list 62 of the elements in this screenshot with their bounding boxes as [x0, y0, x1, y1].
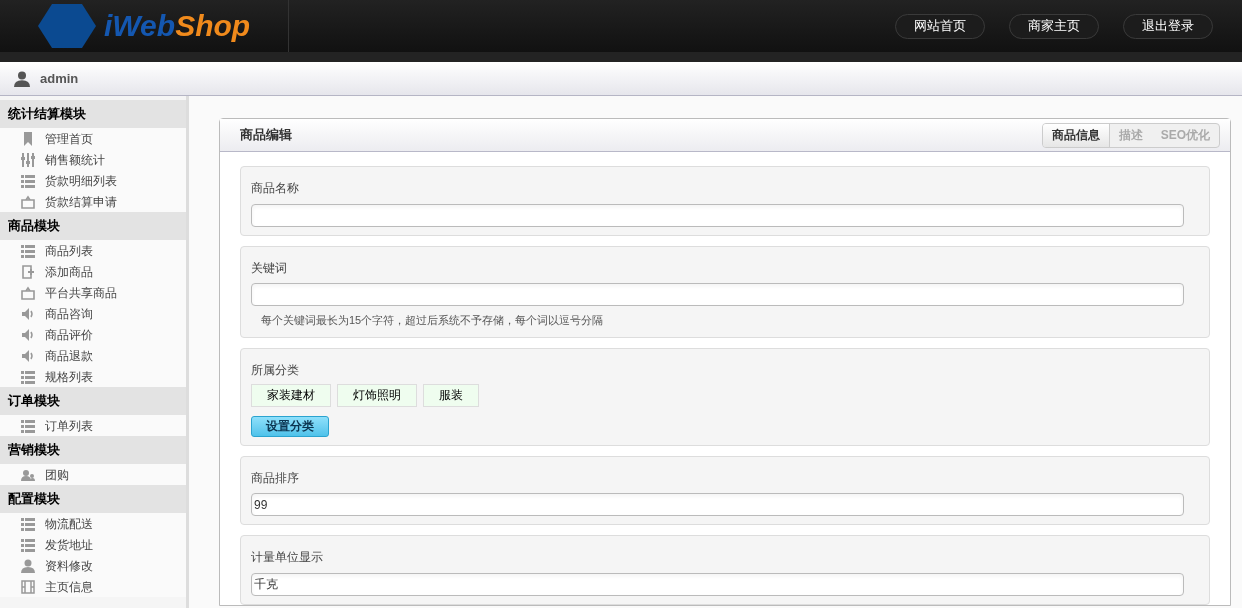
box-icon [21, 285, 35, 300]
category-tag: 灯饰照明 [337, 383, 417, 407]
sidebar-group-header: 配置模块 [0, 485, 186, 513]
user-icon [21, 558, 35, 573]
sidebar-item[interactable]: 销售额统计 [0, 149, 186, 170]
sidebar-item[interactable]: 资料修改 [0, 555, 186, 576]
category-tag: 服装 [423, 383, 479, 407]
film-icon [21, 579, 35, 594]
list-icon [21, 369, 35, 384]
box-icon [21, 194, 35, 209]
users-icon [21, 467, 35, 482]
input-field[interactable]: 99 [251, 493, 1184, 516]
sidebar-item[interactable]: 商品退款 [0, 345, 186, 366]
field-label: 关键词 [251, 259, 288, 277]
input-field[interactable] [251, 283, 1184, 306]
sidebar-group-header: 统计结算模块 [0, 100, 186, 128]
sidebar-item[interactable]: 商品咨询 [0, 303, 186, 324]
user-icon [14, 70, 30, 87]
hexagon-logo-icon [38, 4, 96, 48]
username: admin [40, 69, 79, 88]
list-icon [21, 418, 35, 433]
sliders-icon [21, 152, 35, 167]
sidebar-group-header: 营销模块 [0, 436, 186, 464]
header-button[interactable]: 退出登录 [1123, 13, 1213, 39]
sidebar-item[interactable]: 物流配送 [0, 513, 186, 534]
sidebar-item[interactable]: 规格列表 [0, 366, 186, 387]
add-page-icon [21, 264, 35, 279]
field-label: 所属分类 [251, 361, 300, 379]
sidebar-item[interactable]: 商品评价 [0, 324, 186, 345]
list-icon [21, 537, 35, 552]
sidebar-item[interactable]: 平台共享商品 [0, 282, 186, 303]
list-icon [21, 243, 35, 258]
speaker-icon [21, 348, 35, 363]
panel-title: 商品编辑 [240, 126, 292, 145]
sidebar-item[interactable]: 主页信息 [0, 576, 186, 597]
list-icon [21, 173, 35, 188]
field-label: 商品名称 [251, 180, 300, 197]
sidebar-item[interactable]: 货款明细列表 [0, 170, 186, 191]
sidebar-group-header: 订单模块 [0, 387, 186, 415]
sidebar-item[interactable]: 发货地址 [0, 534, 186, 555]
bookmark-icon [21, 131, 35, 146]
field-label: 商品排序 [251, 469, 300, 487]
sidebar-item[interactable]: 订单列表 [0, 415, 186, 436]
field-hint: 每个关键词最长为15个字符，超过后系统不予存储，每个词以逗号分隔 [260, 313, 605, 328]
input-field[interactable]: 千克 [251, 573, 1184, 596]
field-label: 计量单位显示 [251, 549, 324, 566]
speaker-icon [21, 327, 35, 342]
header-button[interactable]: 网站首页 [895, 13, 985, 39]
sidebar-item[interactable]: 货款结算申请 [0, 191, 186, 212]
sidebar-item[interactable]: 团购 [0, 464, 186, 485]
sidebar-item[interactable]: 管理首页 [0, 128, 186, 149]
sidebar-item[interactable]: 商品列表 [0, 240, 186, 261]
sidebar-group-header: 商品模块 [0, 212, 186, 240]
list-icon [21, 516, 35, 531]
header-button[interactable]: 商家主页 [1009, 13, 1099, 39]
set-category-button[interactable]: 设置分类 [251, 415, 329, 437]
speaker-icon [21, 306, 35, 321]
sidebar-item[interactable]: 添加商品 [0, 261, 186, 282]
tab[interactable]: 商品信息 [1042, 123, 1110, 147]
input-field[interactable] [251, 203, 1184, 227]
logo-text: iWebShop [104, 11, 251, 41]
category-tag: 家装建材 [251, 383, 331, 407]
